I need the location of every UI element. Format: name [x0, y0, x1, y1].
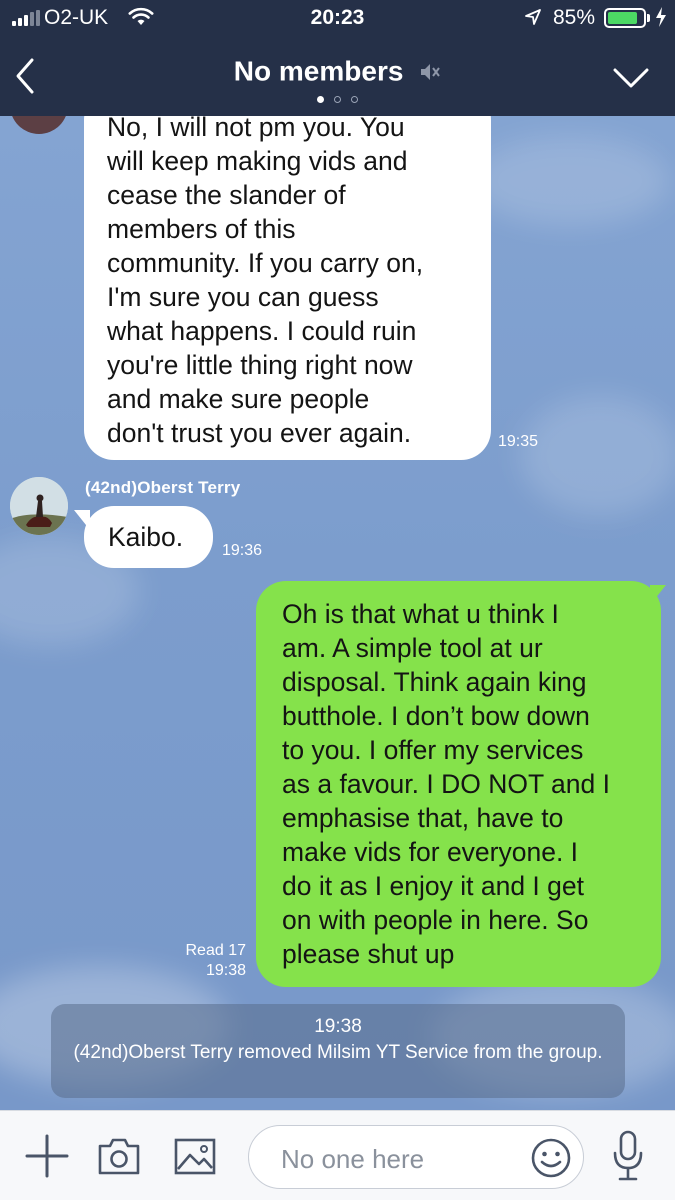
status-bar: O2-UK 20:23 85%: [0, 0, 675, 36]
chat-title-text: No members: [233, 55, 404, 87]
message-timestamp: 19:36: [222, 542, 263, 559]
message-timestamp: 19:38: [205, 962, 246, 979]
read-count: Read 17: [185, 942, 247, 959]
emoji-icon[interactable]: [529, 1136, 573, 1180]
chat-title[interactable]: No members: [0, 54, 675, 88]
chevron-down-icon[interactable]: [612, 66, 650, 90]
location-arrow-icon: [525, 9, 541, 25]
battery-icon: [604, 8, 646, 28]
notice-time: 19:38: [314, 1016, 362, 1037]
system-notice: 19:38 (42nd)Oberst Terry removed Milsim …: [51, 1004, 625, 1098]
page-indicator: [0, 96, 675, 103]
microphone-icon[interactable]: [610, 1129, 646, 1185]
message-input[interactable]: No one here: [248, 1125, 584, 1189]
message-text: Oh is that what u think I am. A simple t…: [282, 599, 610, 969]
incoming-message-bubble[interactable]: Kaibo.: [84, 506, 213, 568]
input-placeholder: No one here: [281, 1144, 425, 1174]
message-timestamp: 19:35: [498, 433, 539, 450]
plus-icon[interactable]: [24, 1133, 70, 1179]
battery-percent: 85%: [553, 6, 596, 29]
outgoing-message-bubble[interactable]: Oh is that what u think I am. A simple t…: [256, 581, 661, 987]
charging-icon: [656, 7, 666, 27]
battery-tip: [647, 14, 650, 22]
incoming-message-bubble[interactable]: No, I will not pm you. You will keep mak…: [84, 116, 491, 460]
page-dot: [351, 96, 358, 103]
avatar[interactable]: [10, 116, 68, 134]
chat-header: O2-UK 20:23 85% No members: [0, 0, 675, 116]
sender-avatar[interactable]: [10, 477, 68, 535]
chat-area[interactable]: No, I will not pm you. You will keep mak…: [0, 116, 675, 1110]
muted-speaker-icon: [421, 63, 441, 80]
message-text: Kaibo.: [108, 522, 184, 552]
input-bar: No one here: [0, 1110, 675, 1200]
page-dot: [334, 96, 341, 103]
notice-text: (42nd)Oberst Terry removed Milsim YT Ser…: [73, 1042, 603, 1063]
image-icon[interactable]: [172, 1135, 218, 1177]
message-text: No, I will not pm you. You will keep mak…: [107, 116, 424, 448]
read-receipt: Read 17 19:38: [166, 941, 247, 981]
page-dot-active: [317, 96, 324, 103]
camera-icon[interactable]: [96, 1135, 142, 1177]
sender-name: (42nd)Oberst Terry: [85, 478, 241, 497]
